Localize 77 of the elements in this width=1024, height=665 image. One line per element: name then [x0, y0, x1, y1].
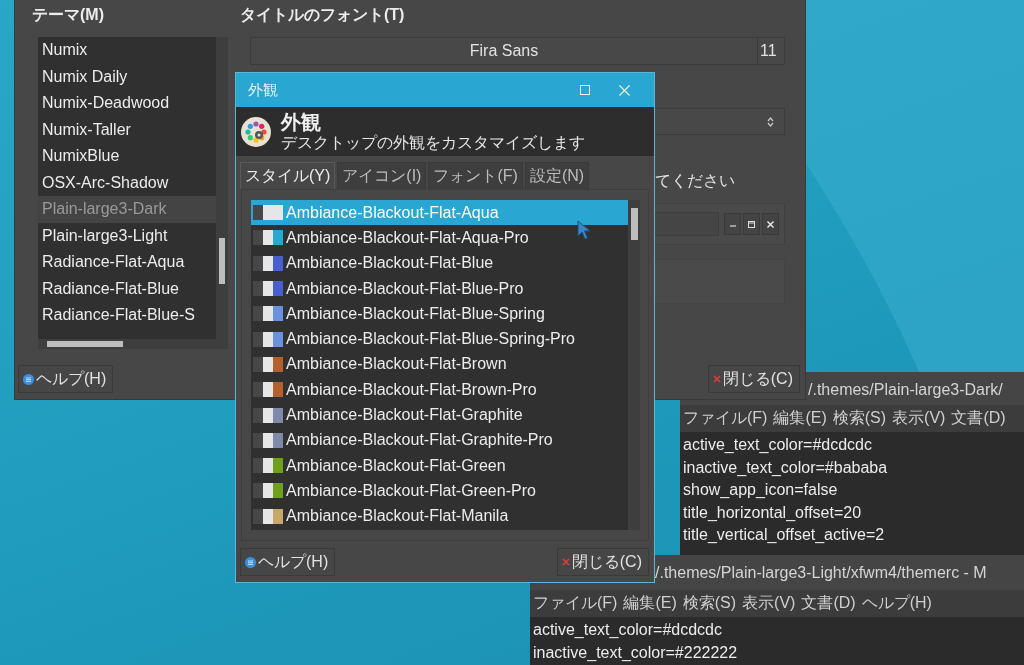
close-icon: [619, 84, 630, 96]
code-line: active_text_color=#dcdcdc: [533, 620, 723, 640]
menu-item[interactable]: 編集(E): [623, 593, 677, 614]
font-name: Fira Sans: [468, 42, 540, 60]
close-icon: [767, 220, 774, 228]
updown-arrows-icon: [767, 116, 774, 127]
header-subtitle: デスクトップの外観をカスタマイズします: [281, 133, 585, 152]
font-button[interactable]: Fira Sans 11: [250, 37, 785, 65]
theme-item[interactable]: Numix: [38, 37, 216, 64]
close-icon: [712, 375, 721, 383]
code-line: inactive_text_color=#bababa: [683, 457, 889, 478]
style-item[interactable]: Ambiance-Blackout-Flat-Aqua-Pro: [251, 225, 629, 251]
close-button[interactable]: 閉じる(C): [556, 548, 649, 576]
menu-item[interactable]: 表示(V): [892, 408, 946, 429]
style-item[interactable]: Ambiance-Blackout-Flat-Green: [251, 452, 629, 479]
tab[interactable]: アイコン(I): [337, 162, 427, 189]
scrollbar[interactable]: [628, 200, 640, 530]
menu-item[interactable]: ファイル(F): [533, 593, 618, 614]
code-line: title_vertical_offset_active=2: [683, 525, 886, 545]
close-icon: [561, 558, 570, 566]
code-line: inactive_text_color=#222222: [533, 642, 739, 663]
style-item[interactable]: Ambiance-Blackout-Flat-Graphite: [251, 402, 629, 428]
menu-item[interactable]: ヘルプ(H): [861, 593, 932, 614]
help-button[interactable]: ヘルプ(H): [240, 548, 336, 576]
color-wheel-icon: [241, 116, 271, 147]
close-button[interactable]: 閉じる(C): [707, 365, 800, 393]
style-item[interactable]: Ambiance-Blackout-Flat-Blue-Spring-Pro: [251, 326, 629, 352]
menu-item[interactable]: 表示(V): [742, 593, 796, 614]
help-icon: [245, 556, 256, 568]
text-area[interactable]: active_text_color=#dcdcdc inactive_text_color=#bababa show_app_icon=false title_horizontal_offset=20 title_vertical_offset_active=2: [680, 432, 1024, 555]
style-item[interactable]: Ambiance-Blackout-Flat-Brown: [251, 351, 629, 378]
close-button[interactable]: [762, 213, 779, 235]
tab[interactable]: 設定(N): [524, 162, 590, 189]
theme-item[interactable]: Radiance-Flat-Blue-S: [38, 302, 216, 329]
maximize-icon: [748, 220, 755, 228]
theme-item[interactable]: Numix Daily: [38, 63, 216, 90]
style-item[interactable]: Ambiance-Blackout-Flat-Blue: [251, 250, 629, 276]
header-title: 外観: [281, 111, 322, 133]
menu-item[interactable]: 編集(E): [773, 408, 827, 429]
theme-item[interactable]: OSX-Arc-Shadow: [38, 169, 216, 196]
scrollbar-thumb[interactable]: [219, 238, 225, 284]
scrollbar-thumb[interactable]: [631, 208, 639, 240]
menu-item[interactable]: 文書(D): [951, 408, 1006, 429]
maximize-button[interactable]: [743, 213, 760, 235]
text-area[interactable]: active_text_color=#dcdcdc inactive_text_color=#222222: [530, 617, 1024, 665]
code-line: title_horizontal_offset=20: [683, 502, 863, 523]
style-item[interactable]: Ambiance-Blackout-Flat-Blue-Pro: [251, 275, 629, 302]
theme-item[interactable]: Radiance-Flat-Aqua: [38, 249, 216, 276]
style-item[interactable]: Ambiance-Blackout-Flat-Manila: [251, 503, 629, 529]
help-icon: [23, 373, 34, 385]
style-item[interactable]: Ambiance-Blackout-Flat-Blue-Spring: [251, 301, 629, 327]
mouse-pointer-icon: [577, 220, 591, 240]
section-label: テーマ(M): [32, 5, 105, 25]
theme-item[interactable]: Radiance-Flat-Blue: [38, 275, 216, 302]
help-button[interactable]: ヘルプ(H): [18, 365, 114, 393]
menu-item[interactable]: ファイル(F): [683, 408, 768, 429]
style-item[interactable]: Ambiance-Blackout-Flat-Graphite-Pro: [251, 427, 629, 453]
tab[interactable]: フォント(F): [428, 162, 523, 189]
menu-item[interactable]: 検索(S): [682, 593, 737, 614]
window-title: 外観: [248, 80, 279, 100]
maximize-icon: [580, 85, 590, 95]
tab[interactable]: スタイル(Y): [240, 162, 336, 189]
theme-item[interactable]: Numix-Taller: [38, 116, 216, 143]
code-line: show_app_icon=false: [683, 480, 839, 500]
menu-item[interactable]: 文書(D): [801, 593, 856, 614]
hint-text: てください: [655, 171, 736, 191]
menu-item[interactable]: 検索(S): [832, 408, 887, 429]
font-size: 11: [757, 38, 784, 64]
theme-item[interactable]: Numix-Deadwood: [38, 90, 216, 117]
section-label: タイトルのフォント(T): [240, 5, 406, 25]
code-line: active_text_color=#dcdcdc: [683, 435, 873, 455]
style-item[interactable]: Ambiance-Blackout-Flat-Brown-Pro: [251, 377, 629, 403]
scrollbar-thumb[interactable]: [47, 341, 123, 347]
style-item[interactable]: Ambiance-Blackout-Flat-Green-Pro: [251, 478, 629, 504]
theme-item[interactable]: NumixBlue: [38, 143, 216, 170]
theme-item[interactable]: Plain-large3-Light: [38, 222, 216, 249]
minimize-button[interactable]: [724, 213, 741, 235]
